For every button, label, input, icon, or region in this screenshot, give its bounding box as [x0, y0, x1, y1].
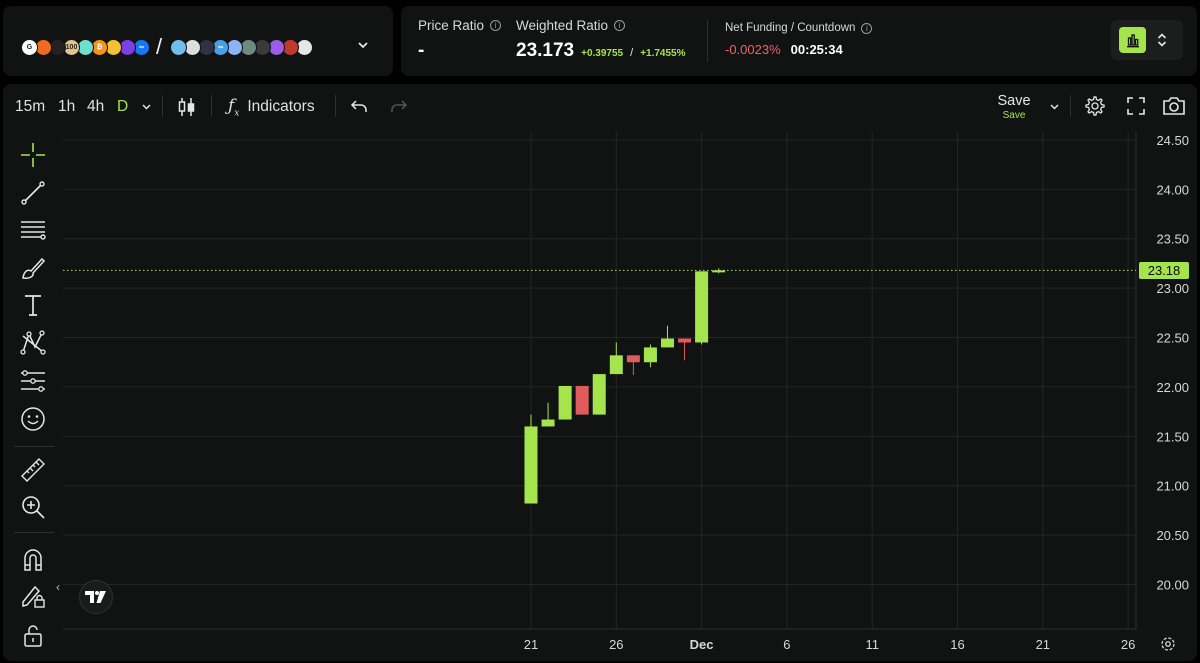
toolbar-divider [335, 95, 336, 117]
chevron-down-icon[interactable] [1049, 102, 1060, 111]
divider [707, 20, 708, 62]
camera-icon[interactable] [1161, 96, 1187, 116]
prediction-icon[interactable] [20, 368, 46, 394]
tools-divider [14, 446, 54, 447]
text-icon[interactable] [20, 292, 46, 318]
tradingview-logo-icon[interactable] [79, 580, 113, 614]
price-ratio-value: - [418, 40, 425, 61]
change-pct: +1.7455% [640, 48, 686, 59]
x-tick-label: 11 [865, 637, 879, 652]
crosshair-icon[interactable] [20, 142, 46, 168]
gear-icon[interactable] [1084, 95, 1106, 117]
interval-d[interactable]: D [117, 96, 128, 118]
info-icon[interactable]: i [861, 22, 873, 34]
y-tick-label: 23.00 [1156, 281, 1189, 296]
chevron-left-icon[interactable]: ‹ [56, 580, 60, 594]
candle-body[interactable] [643, 347, 657, 363]
net-funding-row: -0.0023% 00:25:34 [725, 42, 843, 57]
candle-body[interactable] [558, 385, 572, 420]
tools-divider [14, 532, 54, 533]
emoji-icon[interactable] [20, 406, 46, 432]
last-price-tag: 23.18 [1139, 262, 1189, 279]
change-abs: +0.39755 [581, 48, 624, 59]
basket-divider: / [156, 34, 163, 59]
net-funding-value: -0.0023% [725, 42, 781, 57]
candles-icon[interactable] [177, 96, 197, 118]
interval-15m[interactable]: 15m [15, 96, 45, 118]
countdown: 00:25:34 [790, 42, 843, 57]
weighted-ratio-value: 23.173 [516, 40, 575, 61]
price-ratio-label: Price Ratio i [418, 18, 502, 33]
lock-draw-icon[interactable] [20, 583, 46, 609]
candle-body[interactable] [695, 271, 709, 343]
bar-chart-icon[interactable] [1119, 27, 1146, 53]
toolbar-divider [1070, 95, 1071, 117]
weighted-ratio-row: 23.173 +0.39755 / +1.7455% [516, 40, 686, 62]
y-tick-label: 21.50 [1156, 429, 1189, 444]
y-tick-label: 21.00 [1156, 479, 1189, 494]
y-tick-label: 20.50 [1156, 528, 1189, 543]
chart-panel: 15m 1h 4h D ƒx Indicators Save Save 21 2… [3, 84, 1197, 661]
stats-panel: Price Ratio i - Weighted Ratio i 23.173 … [401, 6, 1197, 76]
candle-body[interactable] [541, 419, 555, 427]
sui-icon [170, 38, 188, 56]
toolbar-divider [162, 95, 163, 117]
chevron-down-icon[interactable] [356, 38, 370, 52]
y-tick-label: 23.50 [1156, 232, 1189, 247]
ruler-icon[interactable] [20, 457, 46, 483]
x-tick-label: 26 [1121, 637, 1135, 652]
interval-1h[interactable]: 1h [58, 96, 75, 118]
chevron-updown-icon[interactable] [1156, 32, 1168, 48]
magnet-icon[interactable] [20, 546, 46, 572]
google-icon: G [21, 38, 38, 56]
x-tick-label: 6 [783, 637, 790, 652]
basket-panel: G 100 ₿ ∞ / ∞ [3, 6, 393, 76]
x-tick-label: 16 [950, 637, 964, 652]
redo-icon[interactable] [390, 98, 408, 114]
basket-selector[interactable]: G 100 ₿ ∞ / ∞ [21, 30, 314, 64]
interval-4h[interactable]: 4h [87, 96, 104, 118]
x-tick-label: 26 [609, 637, 623, 652]
candle-body[interactable] [609, 355, 623, 375]
x-tick-label: Dec [690, 637, 714, 652]
change-separator: / [630, 47, 634, 59]
y-tick-label: 24.50 [1156, 133, 1189, 148]
candle-body[interactable] [592, 374, 606, 415]
weighted-ratio-label: Weighted Ratio i [516, 18, 626, 33]
y-tick-label: 24.00 [1156, 182, 1189, 197]
zoom-in-icon[interactable] [20, 494, 46, 520]
save-button[interactable]: Save Save [994, 93, 1034, 121]
candle-body[interactable] [524, 426, 538, 504]
info-icon[interactable]: i [614, 20, 626, 31]
x-tick-label: 21 [524, 637, 538, 652]
unlock-icon[interactable] [20, 622, 46, 648]
undo-icon[interactable] [350, 98, 368, 114]
x-tick-label: 21 [1036, 637, 1050, 652]
indicators-button[interactable]: ƒx Indicators [228, 96, 315, 118]
fullscreen-icon[interactable] [1126, 96, 1146, 116]
fib-lines-icon[interactable] [20, 217, 46, 243]
axis-settings-icon[interactable] [1159, 635, 1177, 653]
candle-body[interactable] [678, 338, 692, 343]
chevron-down-icon[interactable] [141, 102, 152, 111]
brush-icon[interactable] [20, 255, 46, 281]
candle-body[interactable] [626, 355, 640, 363]
function-icon: ƒx [228, 95, 240, 119]
net-funding-label: Net Funding / Countdown i [725, 22, 873, 34]
y-tick-label: 22.00 [1156, 380, 1189, 395]
trend-line-icon[interactable] [20, 180, 46, 206]
y-tick-label: 20.00 [1156, 578, 1189, 593]
long-basket: G 100 ₿ ∞ [21, 38, 150, 56]
info-icon[interactable]: i [490, 20, 502, 31]
price-chart[interactable]: 21 26 Dec 6 11 16 21 26 24.50 24.00 23.50 23.00 22.5… [63, 132, 1197, 661]
pattern-icon[interactable] [20, 330, 46, 356]
short-basket: ∞ [170, 38, 314, 56]
candle-body[interactable] [660, 338, 674, 348]
candle-body[interactable] [712, 270, 726, 273]
y-tick-label: 22.50 [1156, 331, 1189, 346]
toolbar-divider [211, 95, 212, 117]
candle-body[interactable] [575, 385, 589, 415]
